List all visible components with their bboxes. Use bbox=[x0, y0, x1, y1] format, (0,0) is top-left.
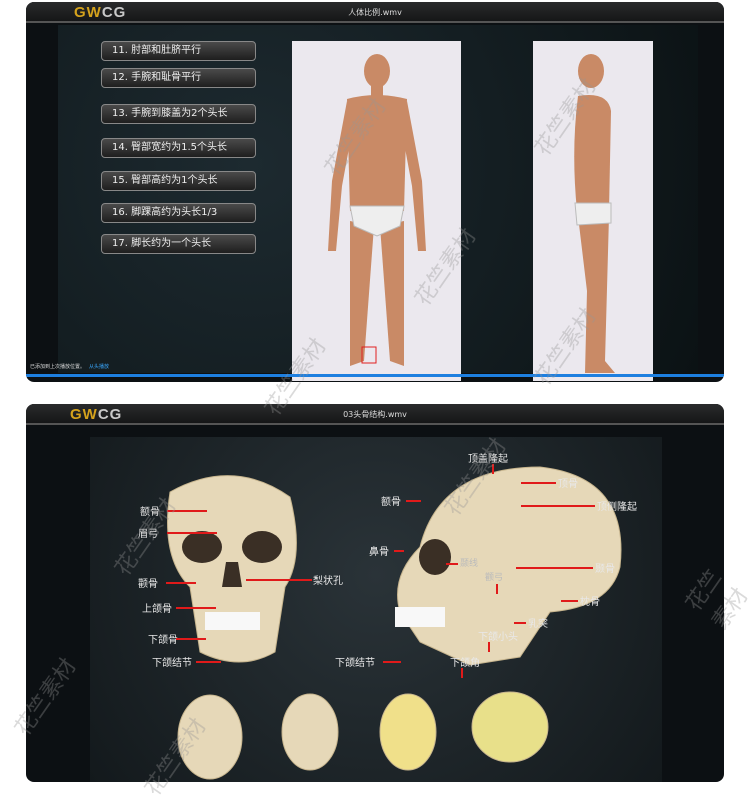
label-leader-line bbox=[383, 661, 401, 663]
label-leader-line bbox=[521, 505, 595, 507]
skull-label: 颧弓 bbox=[485, 573, 504, 583]
label-leader-line bbox=[461, 668, 463, 678]
progress-bar[interactable] bbox=[26, 374, 724, 377]
video-title: 03头骨结构.wmv bbox=[343, 410, 407, 419]
label-leader-line bbox=[488, 642, 490, 652]
bottom-video-player: GWCG 03头骨结构.wmv 额骨眉弓颧骨上颌骨下颌骨下颌结节 梨状孔 顶盖隆起顶… bbox=[26, 404, 724, 782]
video-title: 人体比例.wmv bbox=[348, 8, 402, 17]
front-figure-photo bbox=[292, 41, 461, 381]
skull-label: 下颌结节 bbox=[335, 658, 375, 669]
skull-label: 颞骨 bbox=[595, 564, 615, 575]
front-figure bbox=[328, 54, 426, 366]
proportion-button[interactable]: 12. 手腕和耻骨平行 bbox=[101, 68, 256, 88]
label-leader-line bbox=[514, 622, 526, 624]
skull-label: 枕骨 bbox=[580, 597, 600, 608]
proportion-button[interactable]: 17. 脚长约为一个头长 bbox=[101, 234, 256, 254]
player-header: GWCG 人体比例.wmv bbox=[26, 2, 724, 23]
skull-label: 眉弓 bbox=[138, 529, 158, 540]
proportion-button[interactable]: 14. 臀部宽约为1.5个头长 bbox=[101, 138, 256, 158]
label-leader-line bbox=[561, 600, 578, 602]
skull-label: 下颌骨 bbox=[148, 635, 178, 646]
side-figure-photo bbox=[533, 41, 653, 381]
proportion-button[interactable]: 11. 肘部和肚脐平行 bbox=[101, 41, 256, 61]
proportion-button[interactable]: 16. 脚踝高约为头长1/3 bbox=[101, 203, 256, 223]
label-leader-line bbox=[496, 584, 498, 594]
skull-label: 颞线 bbox=[460, 559, 479, 569]
skull-label: 乳突 bbox=[528, 619, 548, 630]
label-leader-line bbox=[176, 638, 206, 640]
player-header: GWCG 03头骨结构.wmv bbox=[26, 404, 724, 425]
skull-label: 额骨 bbox=[381, 497, 401, 508]
colored-front-skull bbox=[379, 693, 437, 771]
label-leader-line bbox=[406, 500, 421, 502]
label-leader-line bbox=[446, 563, 458, 565]
proportion-button[interactable]: 13. 手腕到膝盖为2个头长 bbox=[101, 104, 256, 124]
skull-label: 颧骨 bbox=[138, 579, 158, 590]
skull-label: 顶骨 bbox=[558, 479, 578, 490]
skull-label: 鼻骨 bbox=[369, 547, 389, 558]
status-message: 已添加到上次播放位置。 从头播放 bbox=[30, 363, 109, 370]
skull-label: 下颌结节 bbox=[152, 658, 192, 669]
skull-label: 额骨 bbox=[140, 507, 160, 518]
proportion-button[interactable]: 15. 臀部高约为1个头长 bbox=[101, 171, 256, 191]
label-leader-line bbox=[167, 510, 207, 512]
label-leader-line bbox=[394, 550, 404, 552]
skull-label: 顶侧隆起 bbox=[597, 502, 637, 513]
side-figure bbox=[574, 54, 615, 373]
label-leader-line bbox=[521, 482, 556, 484]
top-video-player: GWCG 人体比例.wmv 11. 肘部和肚脐平行 12. 手腕和耻骨平行 13. … bbox=[26, 2, 724, 382]
skull-label: 下颌角 bbox=[450, 658, 480, 669]
label-leader-line bbox=[246, 579, 312, 581]
top-skull bbox=[177, 694, 243, 780]
label-leader-line bbox=[196, 661, 221, 663]
skull-label: 顶盖隆起 bbox=[468, 454, 508, 465]
label-leader-line bbox=[167, 532, 217, 534]
label-leader-line bbox=[166, 582, 196, 584]
back-skull bbox=[281, 693, 339, 771]
status-text: 已添加到上次播放位置。 bbox=[30, 364, 86, 370]
colored-side-skull bbox=[471, 691, 549, 763]
play-from-start-link[interactable]: 从头播放 bbox=[89, 364, 109, 370]
skull-label: 下颌小头 bbox=[478, 632, 518, 643]
skull-label: 梨状孔 bbox=[313, 576, 343, 587]
label-leader-line bbox=[516, 567, 593, 569]
label-leader-line bbox=[176, 607, 216, 609]
label-leader-line bbox=[492, 464, 494, 474]
skull-label: 上颌骨 bbox=[142, 604, 172, 615]
